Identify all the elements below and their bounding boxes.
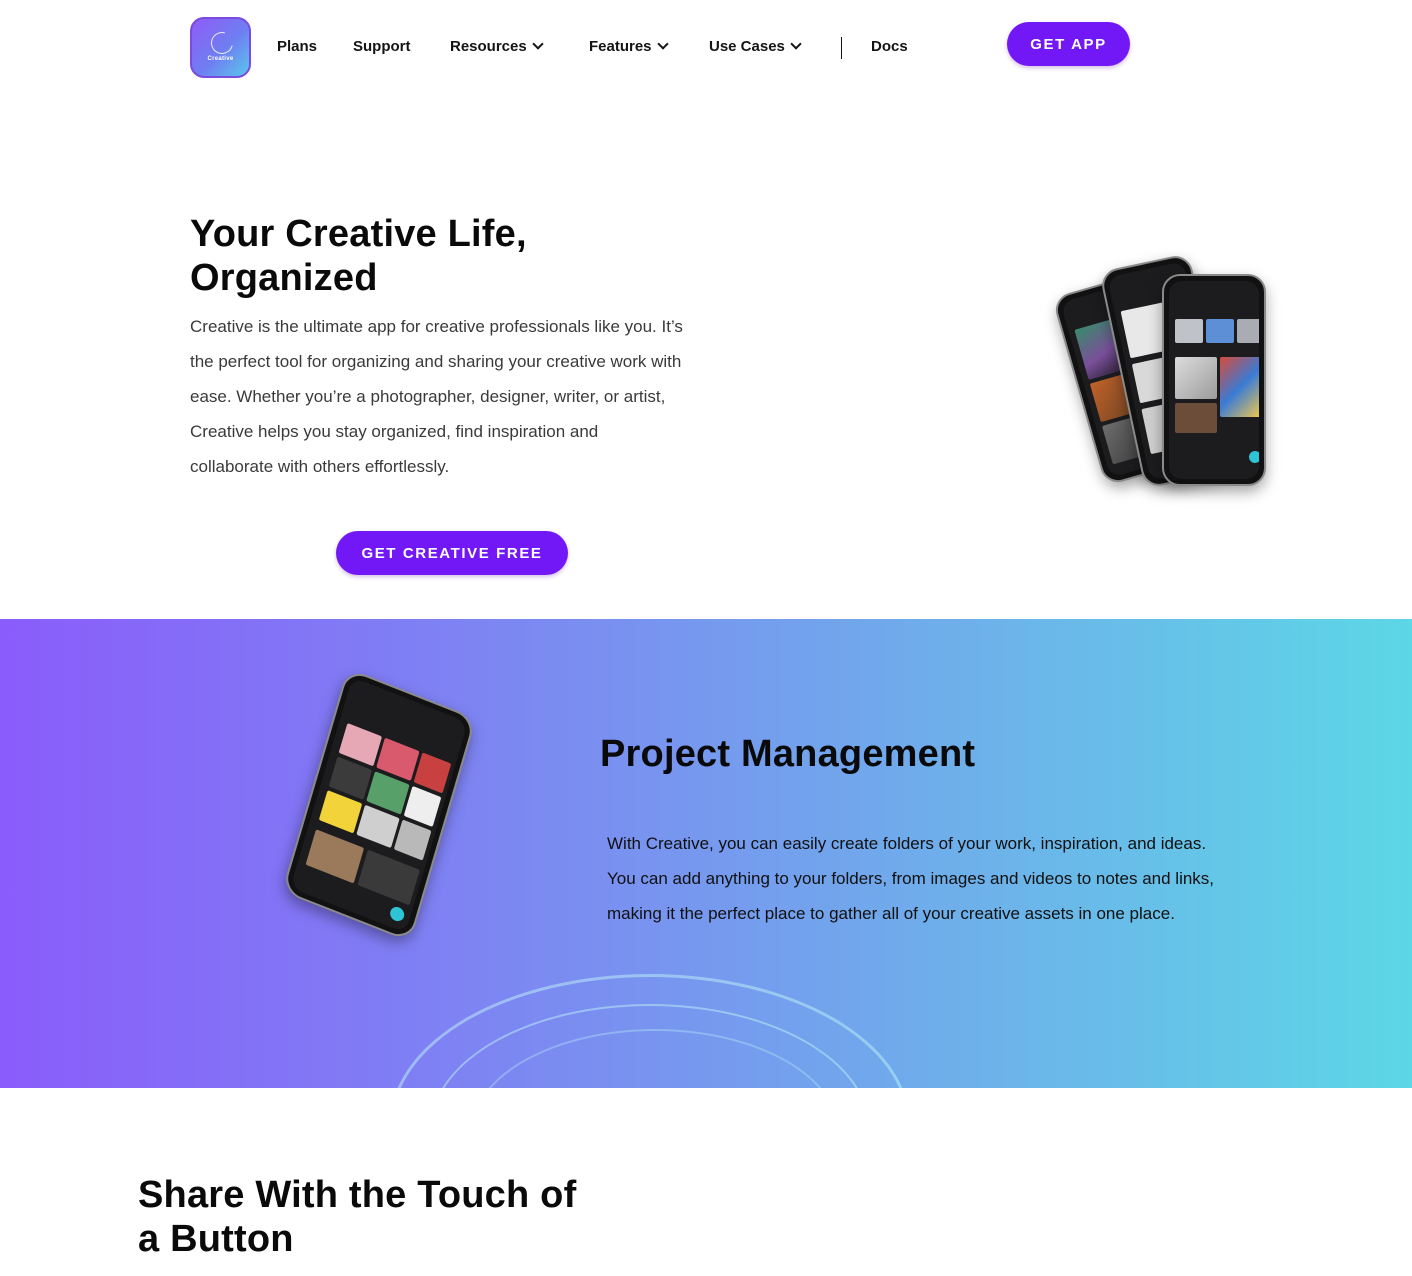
site-header: Creative Plans Support Resources Feature… [0, 0, 1412, 96]
logo-text: Creative [207, 56, 234, 62]
chevron-down-icon [790, 38, 802, 50]
get-creative-free-button[interactable]: GET CREATIVE FREE [336, 531, 568, 575]
nav-support[interactable]: Support [353, 38, 411, 55]
hero-description: Creative is the ultimate app for creativ… [190, 317, 683, 476]
share-title: Share With the Touch of a Button [138, 1174, 577, 1260]
project-management-description: With Creative, you can easily create fol… [607, 834, 1215, 923]
chevron-down-icon [656, 38, 669, 50]
logo-ring-icon [206, 27, 238, 59]
nav-use-cases-label: Use Cases [709, 38, 785, 55]
nav-docs[interactable]: Docs [871, 38, 908, 55]
hero-title: Your Creative Life, Organized [190, 213, 527, 299]
nav-features-label: Features [589, 38, 652, 55]
get-app-button[interactable]: GET APP [1007, 22, 1130, 66]
nav-docs-label: Docs [871, 38, 908, 55]
project-management-title: Project Management [600, 733, 976, 775]
chevron-down-icon [532, 38, 544, 50]
phone-front [1162, 274, 1266, 486]
nav-support-label: Support [353, 38, 411, 55]
nav-resources-label: Resources [450, 38, 527, 55]
phone-mockup-image [281, 667, 477, 943]
creative-logo-icon[interactable]: Creative [190, 17, 251, 78]
nav-plans-label: Plans [277, 38, 318, 55]
nav-features[interactable]: Features [589, 38, 669, 55]
nav-use-cases[interactable]: Use Cases [709, 38, 802, 55]
nav-plans[interactable]: Plans [277, 38, 317, 55]
nav-divider [841, 37, 842, 59]
nav-resources[interactable]: Resources [450, 38, 544, 55]
